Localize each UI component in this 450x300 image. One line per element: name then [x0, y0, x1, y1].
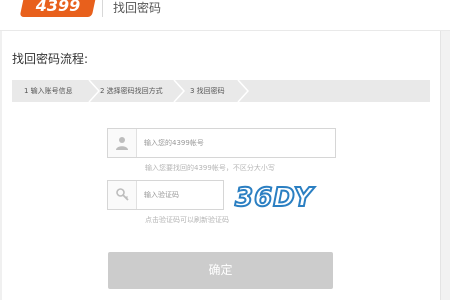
account-icon-box — [108, 129, 137, 157]
captcha-code: 36DY — [235, 183, 316, 211]
step-1: 1 输入账号信息 — [24, 87, 73, 95]
step-2: 2 选择密码找回方式 — [100, 87, 163, 95]
account-input[interactable] — [144, 129, 329, 157]
confirm-button[interactable]: 确定 — [108, 252, 333, 289]
step-separator-icon — [88, 80, 100, 102]
page: 4399 找回密码 找回密码流程: 1 输入账号信息 2 选择密码找回方式 3 … — [0, 0, 450, 300]
captcha-field — [107, 180, 224, 210]
header-border — [0, 30, 450, 31]
captcha-icon-box — [108, 181, 137, 209]
left-gutter — [0, 31, 2, 300]
section-title: 找回密码流程: — [12, 52, 89, 66]
header-title: 找回密码 — [113, 1, 162, 15]
key-icon — [116, 188, 129, 201]
header-divider — [102, 0, 103, 17]
right-gutter — [440, 31, 450, 300]
steps-bar: 1 输入账号信息 2 选择密码找回方式 3 找回密码 — [12, 80, 430, 102]
user-icon — [116, 137, 128, 150]
logo[interactable]: 4399 — [19, 0, 97, 17]
account-hint: 输入您要找回的4399帐号，不区分大小写 — [145, 164, 275, 172]
captcha-hint: 点击验证码可以刷新验证码 — [145, 216, 229, 224]
logo-text: 4399 — [35, 0, 81, 15]
captcha-input[interactable] — [144, 181, 220, 209]
header: 4399 找回密码 — [0, 0, 450, 22]
captcha-image[interactable]: 36DY — [232, 181, 328, 211]
account-field — [107, 128, 336, 158]
step-separator-icon — [173, 80, 185, 102]
step-separator-icon — [237, 80, 249, 102]
step-3: 3 找回密码 — [190, 87, 225, 95]
